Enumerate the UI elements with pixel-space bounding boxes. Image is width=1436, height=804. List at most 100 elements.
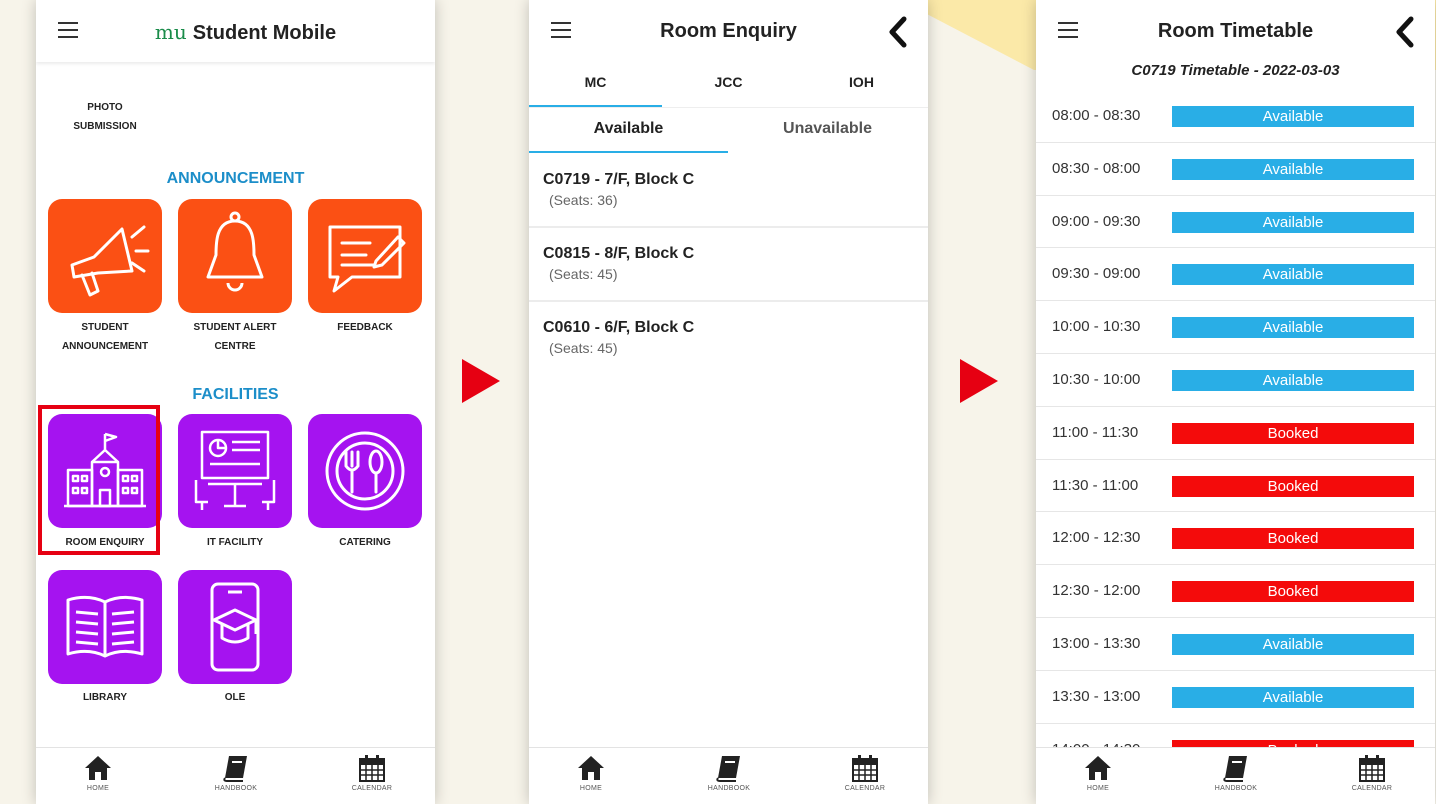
next-step-arrow-icon xyxy=(462,359,500,403)
library-tile[interactable] xyxy=(48,570,162,684)
student-alert-centre-label: STUDENT ALERT CENTRE xyxy=(193,322,277,352)
catering-tile[interactable] xyxy=(308,414,422,528)
slot-time: 11:30 - 11:00 xyxy=(1052,476,1139,494)
book-icon xyxy=(66,595,144,658)
timetable-slot[interactable]: 13:30 - 13:00 Available xyxy=(1036,671,1435,724)
tab-jcc[interactable]: JCC xyxy=(662,74,795,90)
slot-status-badge: Available xyxy=(1172,158,1414,180)
room-enquiry-label: ROOM ENQUIRY xyxy=(65,537,145,548)
slot-time: 10:30 - 10:00 xyxy=(1052,370,1141,388)
student-alert-centre-tile[interactable] xyxy=(178,199,292,313)
campus-tabs: MC JCC IOH xyxy=(529,62,928,106)
announcement-heading: ANNOUNCEMENT xyxy=(166,170,305,187)
app-header: Room Timetable xyxy=(1036,0,1435,62)
timetable-slot[interactable]: 11:30 - 11:00 Booked xyxy=(1036,460,1435,513)
catering-label: CATERING xyxy=(339,537,391,548)
calendar-icon xyxy=(852,755,878,782)
slot-time: 12:30 - 12:00 xyxy=(1052,582,1141,600)
calendar-icon xyxy=(359,755,385,782)
slot-status-badge: Available xyxy=(1172,317,1414,339)
nav-handbook[interactable]: HANDBOOK xyxy=(689,754,769,804)
student-mobile-screen: mu Student Mobile PHOTO SUBMISSION ANNOUNC… xyxy=(36,0,435,804)
nav-home[interactable]: HOME xyxy=(551,754,631,804)
slot-status-badge: Available xyxy=(1172,211,1414,233)
slot-time: 08:00 - 08:30 xyxy=(1052,107,1141,124)
room-seats: (Seats: 45) xyxy=(549,340,618,356)
timetable-slot[interactable]: 08:30 - 08:00 Available xyxy=(1036,143,1435,196)
calendar-icon xyxy=(1359,755,1385,782)
presentation-board-icon xyxy=(194,430,276,510)
library-label: LIBRARY xyxy=(82,692,128,703)
nav-calendar[interactable]: CALENDAR xyxy=(1332,754,1412,804)
timetable-slot[interactable]: 11:00 - 11:30 Booked xyxy=(1036,407,1435,460)
back-chevron-icon[interactable] xyxy=(886,16,910,48)
feedback-tile[interactable] xyxy=(308,199,422,313)
timetable-slot[interactable]: 10:00 - 10:30 Available xyxy=(1036,301,1435,354)
tab-available[interactable]: Available xyxy=(529,120,728,138)
slot-time: 13:30 - 13:00 xyxy=(1052,687,1141,705)
page-title: mu Student Mobile xyxy=(154,20,337,44)
photo-submission-label: PHOTO SUBMISSION xyxy=(73,102,137,132)
slot-status-badge: Booked xyxy=(1172,475,1414,497)
plate-cutlery-icon xyxy=(325,431,405,511)
timetable-slot[interactable]: 10:30 - 10:00 Available xyxy=(1036,354,1435,407)
nav-calendar[interactable]: CALENDAR xyxy=(332,754,412,804)
timetable-slot[interactable]: 09:00 - 09:30 Available xyxy=(1036,196,1435,249)
tab-ioh[interactable]: IOH xyxy=(795,74,928,90)
room-list: C0719 - 7/F, Block C (Seats: 36) C0815 -… xyxy=(529,154,928,374)
handbook-icon xyxy=(223,756,247,782)
slot-status-badge: Booked xyxy=(1172,528,1414,550)
facilities-heading: FACILITIES xyxy=(192,386,279,403)
home-icon xyxy=(578,756,604,780)
slot-status-badge: Available xyxy=(1172,686,1414,708)
room-list-item[interactable]: C0719 - 7/F, Block C (Seats: 36) xyxy=(529,154,928,228)
bottom-nav: HOME HANDBOOK CALENDAR xyxy=(36,747,435,804)
room-list-item[interactable]: C0815 - 8/F, Block C (Seats: 45) xyxy=(529,228,928,302)
bottom-nav: HOME HANDBOOK CALENDAR xyxy=(1036,747,1435,804)
timetable-slot[interactable]: 13:00 - 13:30 Available xyxy=(1036,618,1435,671)
phone-graduation-icon xyxy=(210,582,260,672)
nav-handbook[interactable]: HANDBOOK xyxy=(196,754,276,804)
room-name: C0815 - 8/F, Block C xyxy=(543,245,695,262)
nav-home[interactable]: HOME xyxy=(58,754,138,804)
student-announcement-tile[interactable] xyxy=(48,199,162,313)
next-step-arrow-icon xyxy=(960,359,998,403)
mu-logo: mu xyxy=(154,20,187,44)
home-icon xyxy=(85,756,111,780)
app-header: Room Enquiry xyxy=(529,0,928,62)
ole-tile[interactable] xyxy=(178,570,292,684)
feedback-label: FEEDBACK xyxy=(337,322,393,333)
slot-status-badge: Booked xyxy=(1172,581,1414,603)
nav-home[interactable]: HOME xyxy=(1058,754,1138,804)
timetable-subtitle: C0719 Timetable - 2022-03-03 xyxy=(1131,62,1340,79)
tab-unavailable[interactable]: Unavailable xyxy=(728,120,927,138)
it-facility-tile[interactable] xyxy=(178,414,292,528)
active-subtab-indicator xyxy=(529,151,728,153)
timetable-slot[interactable]: 09:30 - 09:00 Available xyxy=(1036,248,1435,302)
slot-status-badge: Available xyxy=(1172,369,1414,391)
handbook-icon xyxy=(716,756,740,782)
room-list-item[interactable]: C0610 - 6/F, Block C (Seats: 45) xyxy=(529,302,928,374)
slot-time: 09:30 - 09:00 xyxy=(1052,265,1141,283)
timetable-slot[interactable]: 12:30 - 12:00 Booked xyxy=(1036,565,1435,618)
room-enquiry-screen: Room Enquiry MC JCC IOH Available Unavai… xyxy=(529,0,928,804)
divider xyxy=(529,107,928,108)
room-name: C0610 - 6/F, Block C xyxy=(543,319,695,336)
megaphone-icon xyxy=(70,225,150,297)
tab-mc[interactable]: MC xyxy=(529,74,662,90)
nav-calendar[interactable]: CALENDAR xyxy=(825,754,905,804)
slot-time: 13:00 - 13:30 xyxy=(1052,634,1141,652)
slot-time: 09:00 - 09:30 xyxy=(1052,212,1141,230)
timetable-slot[interactable]: 12:00 - 12:30 Booked xyxy=(1036,512,1435,566)
nav-handbook[interactable]: HANDBOOK xyxy=(1196,754,1276,804)
active-tab-indicator xyxy=(529,105,662,107)
slot-time: 11:00 - 11:30 xyxy=(1052,423,1139,441)
page-title: Room Timetable xyxy=(1157,20,1314,42)
timetable-slot[interactable]: 08:00 - 08:30 Available xyxy=(1036,90,1435,143)
bottom-nav: HOME HANDBOOK CALENDAR xyxy=(529,747,928,804)
slot-status-badge: Available xyxy=(1172,633,1414,655)
slot-time: 08:30 - 08:00 xyxy=(1052,159,1141,177)
slot-status-badge: Booked xyxy=(1172,422,1414,444)
back-chevron-icon[interactable] xyxy=(1393,16,1417,48)
slot-status-badge: Available xyxy=(1172,106,1414,127)
